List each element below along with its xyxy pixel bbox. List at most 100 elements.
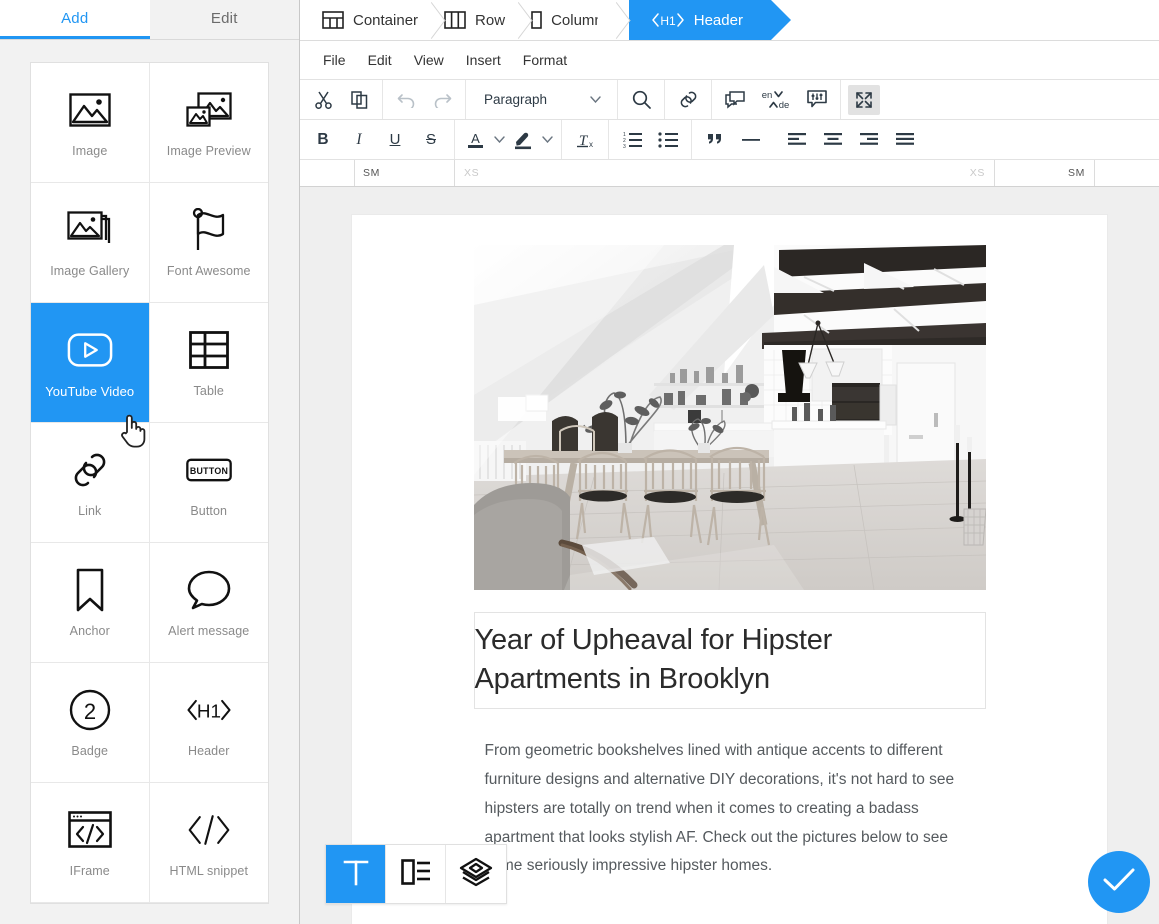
palette-item-link[interactable]: Link — [31, 423, 150, 543]
clear-formatting-button[interactable]: Tx — [569, 125, 601, 155]
menu-file[interactable]: File — [314, 48, 355, 72]
image-preview-icon — [186, 87, 232, 133]
ruler-segment-left-edge[interactable] — [300, 160, 355, 186]
palette-item-image-gallery[interactable]: Image Gallery — [31, 183, 150, 303]
palette-item-label: Anchor — [69, 624, 110, 638]
heading-element[interactable]: Year of Upheaval for Hipster Apartments … — [473, 612, 986, 710]
text-color-button[interactable]: A — [462, 125, 488, 155]
breadcrumb-item-column[interactable]: Column — [519, 0, 618, 40]
comment-button[interactable] — [719, 85, 751, 115]
palette-item-font-awesome[interactable]: Font Awesome — [149, 183, 268, 303]
ruler-label: XS — [464, 167, 480, 179]
breadcrumb-item-label: Header — [693, 11, 743, 29]
palette-item-alert-message[interactable]: Alert message — [149, 543, 268, 663]
menu-format[interactable]: Format — [514, 48, 576, 72]
menu-edit[interactable]: Edit — [359, 48, 401, 72]
align-center-button[interactable] — [817, 125, 849, 155]
align-justify-button[interactable] — [889, 125, 921, 155]
underline-label: U — [389, 131, 401, 148]
undo-button[interactable] — [390, 85, 422, 115]
breadcrumb-item-label: Row — [475, 11, 506, 29]
menu-insert[interactable]: Insert — [457, 48, 510, 72]
image-gallery-icon — [67, 207, 113, 253]
highlight-color-button[interactable] — [510, 125, 536, 155]
view-mode-toolbar — [325, 844, 507, 904]
svg-text:2: 2 — [84, 699, 96, 724]
hero-image[interactable] — [473, 245, 986, 590]
tab-edit[interactable]: Edit — [149, 0, 299, 39]
strikethrough-button[interactable]: S — [415, 125, 447, 155]
component-palette-wrap: Image Image Preview Image Gallery Font A… — [0, 40, 299, 924]
check-icon — [1102, 867, 1136, 898]
underline-button[interactable]: U — [379, 125, 411, 155]
badge-circle-2-icon: 2 — [67, 687, 113, 733]
copy-button[interactable] — [343, 85, 375, 115]
toolbar-group-blocks — [692, 120, 774, 159]
breadcrumb-item-label: Column — [551, 11, 603, 29]
cut-button[interactable] — [307, 85, 339, 115]
palette-item-label: Table — [193, 384, 224, 398]
container-grid-icon — [322, 11, 344, 29]
ordered-list-button[interactable]: 123 — [616, 125, 648, 155]
text-tool-button[interactable] — [326, 845, 386, 903]
fullscreen-button[interactable] — [848, 84, 880, 115]
toolbar-group-link — [665, 80, 712, 119]
highlight-color-dropdown[interactable] — [538, 136, 556, 143]
menubar: File Edit View Insert Format — [300, 41, 1159, 80]
iframe-code-window-icon — [67, 807, 113, 853]
redo-button[interactable] — [426, 85, 458, 115]
palette-item-youtube-video[interactable]: YouTube Video — [31, 303, 150, 423]
body-paragraph[interactable]: From geometric bookshelves lined with an… — [485, 737, 975, 881]
ruler-label: XS — [969, 167, 985, 179]
horizontal-rule-button[interactable] — [735, 125, 767, 155]
toolbar-group-search — [618, 80, 665, 119]
bold-button[interactable]: B — [307, 125, 339, 155]
paragraph-format-value: Paragraph — [484, 92, 548, 107]
sidebar-tabs: Add Edit — [0, 0, 299, 40]
align-right-button[interactable] — [853, 125, 885, 155]
editor-region: Container Row Column H1 Header File Edit… — [300, 0, 1159, 924]
palette-item-image[interactable]: Image — [31, 63, 150, 183]
palette-item-label: Header — [187, 744, 230, 758]
text-color-dropdown[interactable] — [490, 136, 508, 143]
breadcrumb-item-header[interactable]: H1 Header — [608, 0, 792, 40]
paragraph-format-select[interactable]: Paragraph — [474, 85, 609, 115]
svg-text:x: x — [589, 140, 593, 149]
confirm-fab-button[interactable] — [1088, 851, 1150, 913]
search-button[interactable] — [625, 85, 657, 115]
toolbar-group-clipboard — [300, 80, 383, 119]
palette-item-header[interactable]: H1 Header — [149, 663, 268, 783]
layers-tool-button[interactable] — [446, 845, 506, 903]
unordered-list-button[interactable] — [652, 125, 684, 155]
translate-button[interactable]: en de — [755, 85, 797, 115]
page-canvas: Year of Upheaval for Hipster Apartments … — [352, 215, 1107, 924]
layout-tool-button[interactable] — [386, 845, 446, 903]
tune-button[interactable] — [801, 85, 833, 115]
palette-item-button[interactable]: BUTTON Button — [149, 423, 268, 543]
breadcrumb-item-container[interactable]: Container — [310, 0, 432, 40]
menu-view[interactable]: View — [405, 48, 453, 72]
palette-item-html-snippet[interactable]: HTML snippet — [149, 783, 268, 903]
ruler-marker-sm-right[interactable]: SM — [995, 160, 1095, 186]
svg-text:en: en — [762, 90, 773, 101]
tab-add[interactable]: Add — [0, 0, 150, 39]
italic-button[interactable]: I — [343, 125, 375, 155]
palette-item-table[interactable]: Table — [149, 303, 268, 423]
ruler-marker-sm-left[interactable]: SM — [355, 160, 455, 186]
svg-text:H1: H1 — [197, 701, 221, 722]
toolbar-group-lists: 123 — [609, 120, 692, 159]
palette-item-iframe[interactable]: IFrame — [31, 783, 150, 903]
ruler-segment-right-edge[interactable] — [1095, 160, 1159, 186]
blockquote-button[interactable] — [699, 125, 731, 155]
palette-item-image-preview[interactable]: Image Preview — [149, 63, 268, 183]
canvas-area: Year of Upheaval for Hipster Apartments … — [300, 187, 1159, 924]
ruler-marker-xs[interactable]: XS XS — [455, 160, 995, 186]
code-brackets-icon — [186, 807, 232, 853]
toolbar-group-fullscreen — [841, 80, 887, 119]
youtube-play-icon — [67, 327, 113, 373]
palette-item-badge[interactable]: 2 Badge — [31, 663, 150, 783]
app-root: Add Edit Image Image Preview Image Galle… — [0, 0, 1159, 924]
insert-link-button[interactable] — [672, 85, 704, 115]
palette-item-anchor[interactable]: Anchor — [31, 543, 150, 663]
align-left-button[interactable] — [781, 125, 813, 155]
